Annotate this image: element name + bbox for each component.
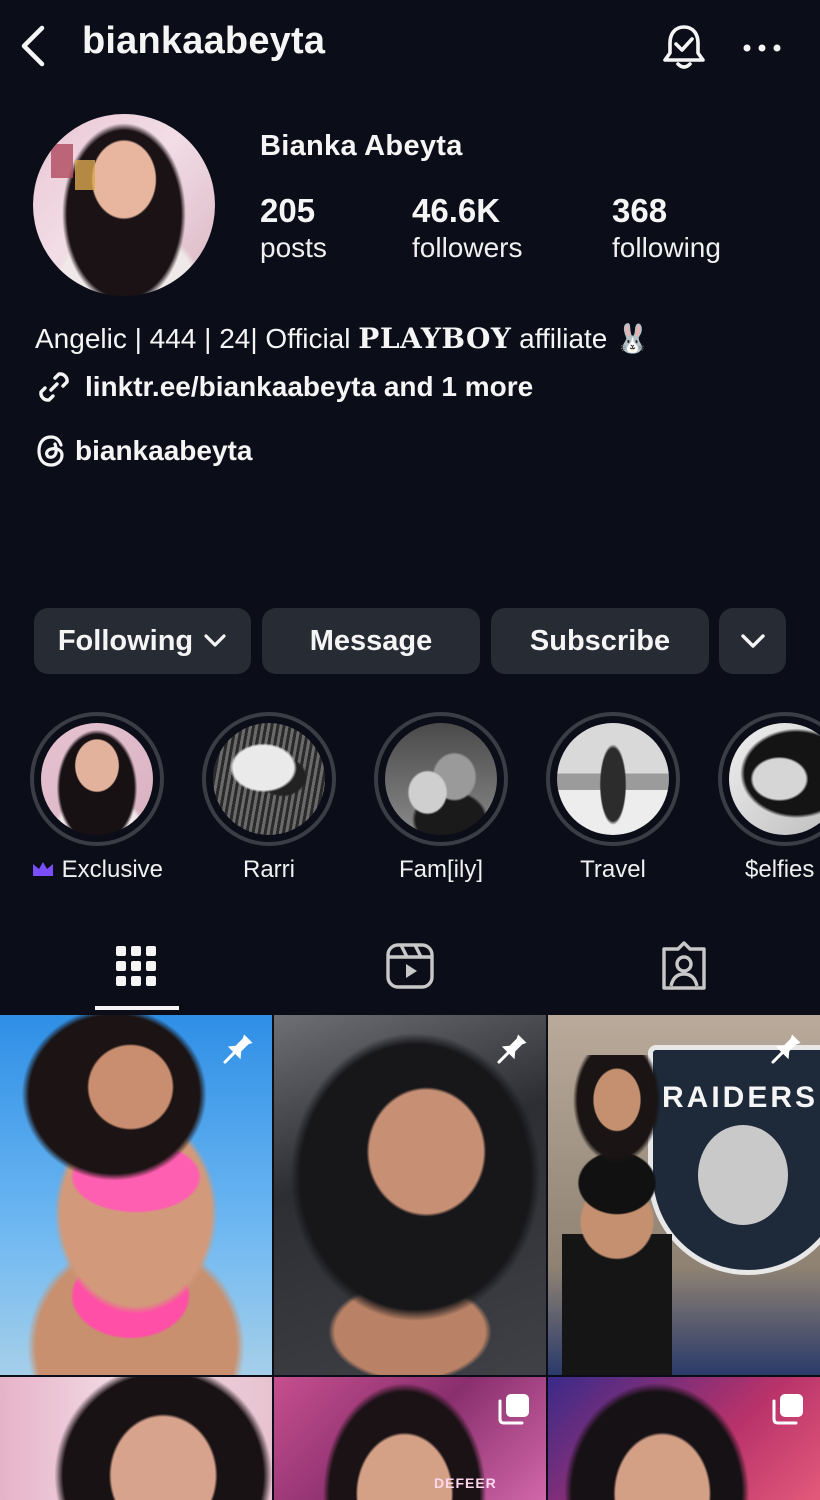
grid-post[interactable] <box>0 1377 272 1500</box>
back-button[interactable] <box>14 24 54 68</box>
followers-label: followers <box>412 232 523 263</box>
link-text: linktr.ee/biankaabeyta and 1 more <box>85 371 534 402</box>
more-icon <box>743 44 781 52</box>
crown-icon <box>32 862 53 876</box>
notification-bell-icon <box>663 25 705 69</box>
pin-icon <box>497 1034 527 1064</box>
link-icon <box>39 372 69 402</box>
carousel-icon <box>498 1394 529 1425</box>
chevron-down-icon <box>204 634 226 647</box>
followers-count[interactable]: 46.6K <box>412 192 500 230</box>
highlight-cover <box>557 723 669 835</box>
subscribe-button[interactable]: Subscribe <box>491 608 709 674</box>
highlight-cover <box>385 723 497 835</box>
posts-count[interactable]: 205 <box>260 192 315 230</box>
highlight-cover <box>213 723 325 835</box>
tab-posts-grid[interactable] <box>110 940 162 992</box>
highlight-travel[interactable] <box>546 712 680 846</box>
highlight-exclusive[interactable] <box>30 712 164 846</box>
threads-icon <box>37 435 64 467</box>
threads-link[interactable]: biankaabeyta <box>35 434 252 468</box>
raiders-text: RAIDERS <box>662 1081 819 1114</box>
highlight-rarri[interactable] <box>202 712 336 846</box>
highlight-label-text: Exclusive <box>61 856 164 883</box>
message-button[interactable]: Message <box>262 608 480 674</box>
tab-tagged[interactable] <box>658 940 710 992</box>
highlight-label-exclusive: Exclusive <box>17 856 177 884</box>
highlight-selfies[interactable] <box>718 712 820 846</box>
bio-prefix: Angelic | 444 | 24| Official <box>35 323 359 354</box>
grid-overlay-text: DEFEER <box>434 1475 497 1491</box>
grid-post[interactable] <box>274 1015 546 1375</box>
raiders-helmet <box>698 1125 788 1225</box>
tab-reels[interactable] <box>384 940 436 992</box>
subscribe-button-label: Subscribe <box>529 624 671 657</box>
highlight-family[interactable] <box>374 712 508 846</box>
suggested-accounts-button[interactable] <box>719 608 786 674</box>
grid-post[interactable] <box>548 1377 820 1500</box>
highlight-label-family: Fam[ily] <box>399 856 483 883</box>
grid-icon <box>116 946 156 986</box>
grid-post[interactable] <box>0 1015 272 1375</box>
bio-brand: PLAYBOY <box>358 322 512 355</box>
following-count[interactable]: 368 <box>612 192 667 230</box>
chevron-down-icon <box>740 634 765 648</box>
more-options-button[interactable] <box>738 28 786 68</box>
posts-label: posts <box>260 232 327 263</box>
profile-bio: Angelic | 444 | 24| Official PLAYBOY aff… <box>35 322 650 355</box>
profile-username: biankaabeyta <box>82 20 326 62</box>
active-tab-indicator <box>95 1006 179 1010</box>
reels-icon <box>386 943 434 989</box>
tagged-icon <box>662 941 706 990</box>
following-button[interactable]: Following <box>34 608 251 674</box>
profile-avatar[interactable] <box>33 114 215 296</box>
carousel-icon <box>772 1394 803 1425</box>
pin-icon <box>223 1034 253 1064</box>
message-button-label: Message <box>309 624 433 657</box>
bio-link[interactable]: linktr.ee/biankaabeyta and 1 more <box>35 368 533 406</box>
bio-suffix: affiliate <box>511 323 616 354</box>
threads-handle: biankaabeyta <box>75 435 253 466</box>
following-label: following <box>612 232 721 263</box>
highlight-label-rarri: Rarri <box>243 856 295 883</box>
display-name: Bianka Abeyta <box>260 130 463 162</box>
notifications-button[interactable] <box>660 22 708 72</box>
grid-person <box>562 1055 672 1375</box>
highlight-cover <box>729 723 820 835</box>
back-icon <box>21 25 45 67</box>
highlight-label-travel: Travel <box>580 856 646 883</box>
highlight-label-selfies: $elfies <box>745 856 815 883</box>
pin-icon <box>771 1034 801 1064</box>
grid-post[interactable]: RAIDERS <box>548 1015 820 1375</box>
avatar-poster <box>75 160 95 190</box>
grid-post[interactable]: DEFEER <box>274 1377 546 1500</box>
following-button-label: Following <box>57 624 194 657</box>
bunny-emoji: 🐰 <box>615 323 651 354</box>
avatar-poster <box>51 144 73 178</box>
highlight-cover <box>41 723 153 835</box>
